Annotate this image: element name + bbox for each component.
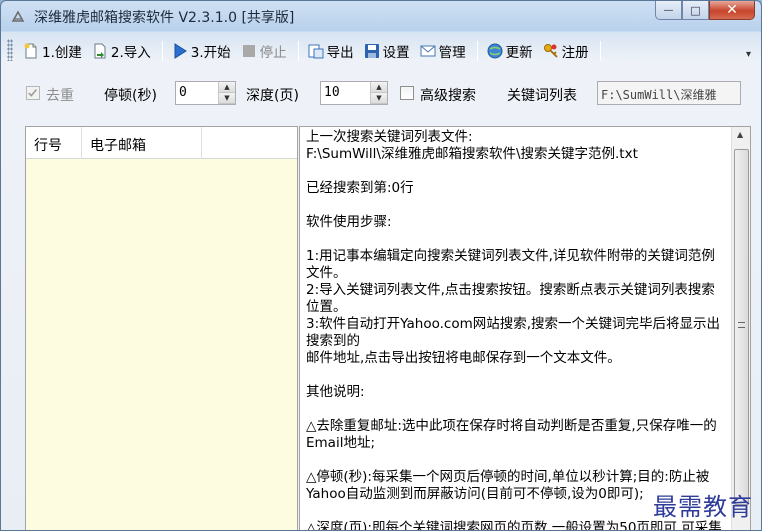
update-label: 更新 bbox=[505, 45, 533, 61]
log-textbox[interactable]: 上一次搜索关键词列表文件: F:\SumWill\深维雅虎邮箱搜索软件\搜索关键… bbox=[299, 126, 751, 530]
toolbar-separator bbox=[599, 41, 601, 61]
minimize-icon: — bbox=[663, 4, 674, 16]
manage-label: 管理 bbox=[438, 45, 466, 61]
pause-spinner[interactable]: 0 ▲ ▼ bbox=[175, 81, 236, 105]
toolbar-separator bbox=[476, 41, 478, 61]
options-row: 去重 停顿(秒) 0 ▲ ▼ 深度(页) 10 ▲ ▼ 高级搜索 关键词列表 F… bbox=[26, 81, 756, 107]
toolbar-separator bbox=[297, 41, 299, 61]
log-paragraph: 其他说明: bbox=[306, 384, 365, 400]
update-button[interactable]: 更新 bbox=[483, 39, 537, 63]
log-text: 上一次搜索关键词列表文件: F:\SumWill\深维雅虎邮箱搜索软件\搜索关键… bbox=[306, 129, 728, 530]
close-icon: ✕ bbox=[726, 2, 738, 18]
app-logo-icon bbox=[11, 10, 25, 22]
create-button[interactable]: 1.创建 bbox=[19, 39, 86, 63]
watermark-text: 最需教育 bbox=[653, 493, 753, 521]
log-paragraph: △去除重复邮址:选中此项在保存时将自动判断是否重复,只保存唯一的Email地址; bbox=[306, 418, 717, 451]
settings-button[interactable]: 设置 bbox=[360, 39, 414, 63]
window-title: 深维雅虎邮箱搜索软件 V2.3.1.0 [共享版] bbox=[34, 10, 295, 26]
toolbar-separator bbox=[161, 41, 163, 61]
settings-label: 设置 bbox=[382, 45, 410, 61]
depth-spinner-arrows[interactable]: ▲ ▼ bbox=[370, 82, 387, 104]
title-bar[interactable]: 深维雅虎邮箱搜索软件 V2.3.1.0 [共享版] — □ ✕ bbox=[1, 1, 761, 31]
scroll-thumb[interactable] bbox=[734, 149, 749, 505]
maximize-button[interactable]: □ bbox=[682, 1, 709, 20]
log-paragraph: 软件使用步骤: bbox=[306, 214, 392, 230]
create-label: 1.创建 bbox=[42, 45, 82, 61]
spin-down-icon[interactable]: ▼ bbox=[371, 93, 387, 104]
email-list-header: 行号 电子邮箱 bbox=[26, 127, 297, 159]
spin-down-icon[interactable]: ▼ bbox=[219, 93, 235, 104]
toolbar: 1.创建 2.导入 3.开始 停止 导出 设置 管理 更新 注册 bbox=[19, 37, 757, 65]
app-window: 深维雅虎邮箱搜索软件 V2.3.1.0 [共享版] — □ ✕ 1.创建 2.导… bbox=[0, 0, 762, 531]
column-header-email[interactable]: 电子邮箱 bbox=[82, 127, 202, 159]
caption-buttons: — □ ✕ bbox=[655, 1, 755, 20]
pause-spinner-arrows[interactable]: ▲ ▼ bbox=[218, 82, 235, 104]
log-paragraph: 已经搜索到第:0行 bbox=[306, 180, 414, 196]
depth-value: 10 bbox=[324, 85, 340, 100]
scroll-up-icon[interactable]: ▲ bbox=[737, 130, 743, 139]
column-header-row-number[interactable]: 行号 bbox=[26, 127, 82, 159]
register-button[interactable]: 注册 bbox=[539, 39, 593, 63]
pause-value: 0 bbox=[179, 85, 187, 100]
import-label: 2.导入 bbox=[110, 45, 151, 61]
import-button[interactable]: 2.导入 bbox=[88, 39, 155, 63]
stop-label: 停止 bbox=[259, 45, 287, 61]
import-icon bbox=[94, 43, 106, 59]
toolbar-grip[interactable] bbox=[7, 39, 13, 61]
save-disk-icon bbox=[364, 44, 379, 58]
stop-button[interactable]: 停止 bbox=[237, 39, 291, 63]
log-paragraph: 1:用记事本编辑定向搜索关键词列表文件,详见软件附带的关键词范例文件。 2:导入… bbox=[306, 248, 721, 366]
new-document-icon bbox=[24, 43, 37, 59]
play-icon bbox=[174, 43, 187, 59]
export-button[interactable]: 导出 bbox=[304, 39, 358, 63]
checkmark-icon bbox=[28, 89, 38, 97]
export-icon bbox=[308, 44, 324, 59]
keyword-list-label: 关键词列表 bbox=[507, 88, 577, 104]
toolbar-overflow-icon[interactable]: ▾ bbox=[746, 49, 751, 60]
register-label: 注册 bbox=[561, 45, 589, 61]
keyword-list-path-field[interactable]: F:\SumWill\深维雅 bbox=[597, 81, 741, 105]
log-paragraph: 上一次搜索关键词列表文件: F:\SumWill\深维雅虎邮箱搜索软件\搜索关键… bbox=[306, 129, 638, 162]
keys-icon bbox=[543, 44, 558, 58]
export-label: 导出 bbox=[326, 45, 354, 61]
maximize-icon: □ bbox=[690, 3, 701, 17]
mail-icon bbox=[420, 45, 436, 57]
advanced-search-label: 高级搜索 bbox=[420, 88, 476, 104]
manage-button[interactable]: 管理 bbox=[416, 39, 470, 63]
log-scrollbar[interactable]: ▲ bbox=[731, 127, 750, 530]
stop-icon bbox=[242, 45, 255, 57]
depth-label: 深度(页) bbox=[246, 88, 299, 104]
spin-up-icon[interactable]: ▲ bbox=[371, 82, 387, 93]
depth-spinner[interactable]: 10 ▲ ▼ bbox=[320, 81, 388, 105]
start-button[interactable]: 3.开始 bbox=[168, 39, 235, 63]
minimize-button[interactable]: — bbox=[655, 1, 682, 20]
advanced-search-checkbox[interactable] bbox=[400, 86, 414, 100]
dedupe-label: 去重 bbox=[46, 88, 74, 104]
globe-update-icon bbox=[487, 43, 503, 59]
close-button[interactable]: ✕ bbox=[709, 1, 755, 20]
spin-up-icon[interactable]: ▲ bbox=[219, 82, 235, 93]
start-label: 3.开始 bbox=[190, 45, 231, 61]
email-list[interactable]: 行号 电子邮箱 bbox=[25, 126, 298, 530]
dedupe-checkbox[interactable] bbox=[26, 86, 40, 100]
pause-label: 停顿(秒) bbox=[104, 88, 157, 104]
